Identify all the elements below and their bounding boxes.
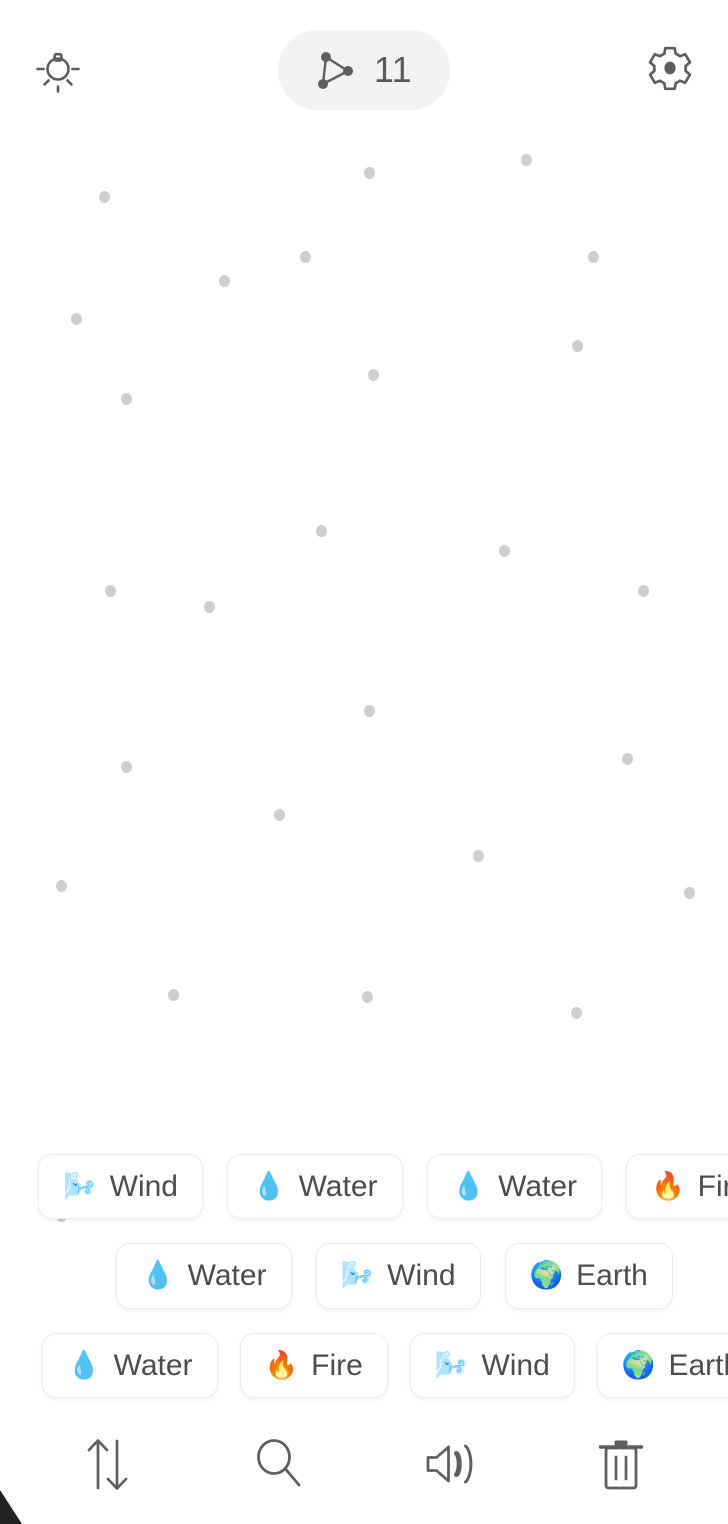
fire-emoji: 🔥 xyxy=(264,1349,299,1380)
element-card-label: Water xyxy=(498,1169,578,1203)
background-dot xyxy=(499,545,510,557)
background-dot xyxy=(56,880,67,892)
element-card[interactable]: 🌍 Earth xyxy=(596,1332,728,1398)
background-dot xyxy=(105,585,116,597)
background-dot xyxy=(521,154,532,166)
background-dot xyxy=(316,525,327,537)
element-card-label: Water xyxy=(187,1259,267,1292)
sound-button[interactable] xyxy=(404,1426,496,1502)
background-dot xyxy=(300,251,311,263)
background-dot xyxy=(219,275,230,287)
hint-button[interactable] xyxy=(26,38,90,102)
element-row-3: 💧 Water 🔥 Fire 🌬️ Wind 🌍 Earth xyxy=(0,1332,728,1398)
element-card-label: Fire xyxy=(311,1348,363,1382)
game-app: 11 🌬️ Wind 💧 Water 💧 Water 🔥 Fire 💧 Water 🌬️ Wind 🌍… xyxy=(0,0,728,1524)
background-dot xyxy=(571,1007,582,1019)
element-row-2: 💧 Water 🌬️ Wind 🌍 Earth xyxy=(0,1243,728,1309)
lightbulb-icon xyxy=(36,52,80,93)
graph-nodes-icon xyxy=(317,52,353,89)
earth-emoji: 🌍 xyxy=(621,1349,656,1380)
background-dot xyxy=(274,809,285,821)
element-card-label: Wind xyxy=(387,1259,456,1292)
top-header: 11 xyxy=(0,0,728,140)
settings-button[interactable] xyxy=(638,38,702,102)
water-emoji: 💧 xyxy=(141,1260,175,1291)
background-dot xyxy=(121,393,132,405)
element-card-label: Wind xyxy=(109,1169,178,1203)
background-dot xyxy=(368,369,379,381)
background-dot xyxy=(362,991,373,1003)
discovery-count: 11 xyxy=(373,49,413,90)
element-card[interactable]: 💧 Water xyxy=(116,1243,292,1309)
wind-emoji: 🌬️ xyxy=(63,1170,97,1201)
element-card-label: Fire xyxy=(697,1169,728,1203)
element-card[interactable]: 🌍 Earth xyxy=(504,1243,673,1309)
element-card-label: Earth xyxy=(668,1348,728,1382)
discovery-canvas[interactable]: 🌬️ Wind 💧 Water 💧 Water 🔥 Fire 💧 Water 🌬️ Wind 🌍 Ear… xyxy=(0,140,728,1414)
background-dot xyxy=(684,887,695,899)
background-dot xyxy=(99,191,110,203)
clear-button[interactable] xyxy=(575,1426,667,1502)
water-emoji: 💧 xyxy=(251,1170,286,1201)
search-button[interactable] xyxy=(233,1426,325,1502)
element-card[interactable]: 🌬️ Wind xyxy=(315,1243,481,1309)
sound-on-icon xyxy=(426,1444,472,1484)
wind-emoji: 🌬️ xyxy=(434,1349,469,1380)
sort-arrows-icon xyxy=(87,1439,127,1490)
water-emoji: 💧 xyxy=(67,1349,101,1380)
element-card-label: Earth xyxy=(576,1259,648,1292)
element-card[interactable]: 🌬️ Wind xyxy=(409,1332,575,1398)
wind-emoji: 🌬️ xyxy=(340,1260,375,1291)
background-dot xyxy=(71,313,82,325)
element-card-label: Water xyxy=(113,1348,193,1382)
background-dot xyxy=(638,585,649,597)
background-dot xyxy=(622,753,633,765)
search-icon xyxy=(256,1439,300,1487)
element-card[interactable]: 💧 Water xyxy=(226,1153,403,1219)
element-card[interactable]: 🔥 Fire xyxy=(239,1332,388,1398)
element-cards-area: 🌬️ Wind 💧 Water 💧 Water 🔥 Fire 💧 Water 🌬️ Wind 🌍 Ear… xyxy=(0,1153,728,1415)
background-dot xyxy=(473,850,484,862)
trash-icon xyxy=(598,1440,643,1490)
background-dot xyxy=(168,989,179,1001)
sort-button[interactable] xyxy=(62,1426,154,1502)
element-card[interactable]: 💧 Water xyxy=(426,1153,603,1219)
bottom-toolbar xyxy=(0,1414,728,1524)
background-dot xyxy=(588,251,599,263)
element-card[interactable]: 🌬️ Wind xyxy=(38,1153,203,1219)
discovery-counter[interactable]: 11 xyxy=(278,30,450,110)
element-card[interactable]: 💧 Water xyxy=(42,1332,218,1398)
element-card-label: Water xyxy=(298,1169,378,1203)
element-row-1: 🌬️ Wind 💧 Water 💧 Water 🔥 Fire xyxy=(0,1153,728,1219)
fire-emoji: 🔥 xyxy=(651,1170,685,1201)
background-dot xyxy=(572,340,583,352)
element-card-label: Wind xyxy=(481,1348,550,1382)
water-emoji: 💧 xyxy=(451,1170,486,1201)
background-dot xyxy=(364,705,375,717)
background-dot xyxy=(121,761,132,773)
earth-emoji: 🌍 xyxy=(529,1260,564,1291)
gear-icon xyxy=(648,46,692,91)
element-card[interactable]: 🔥 Fire xyxy=(626,1153,728,1219)
background-dot xyxy=(204,601,215,613)
background-dot xyxy=(364,167,375,179)
